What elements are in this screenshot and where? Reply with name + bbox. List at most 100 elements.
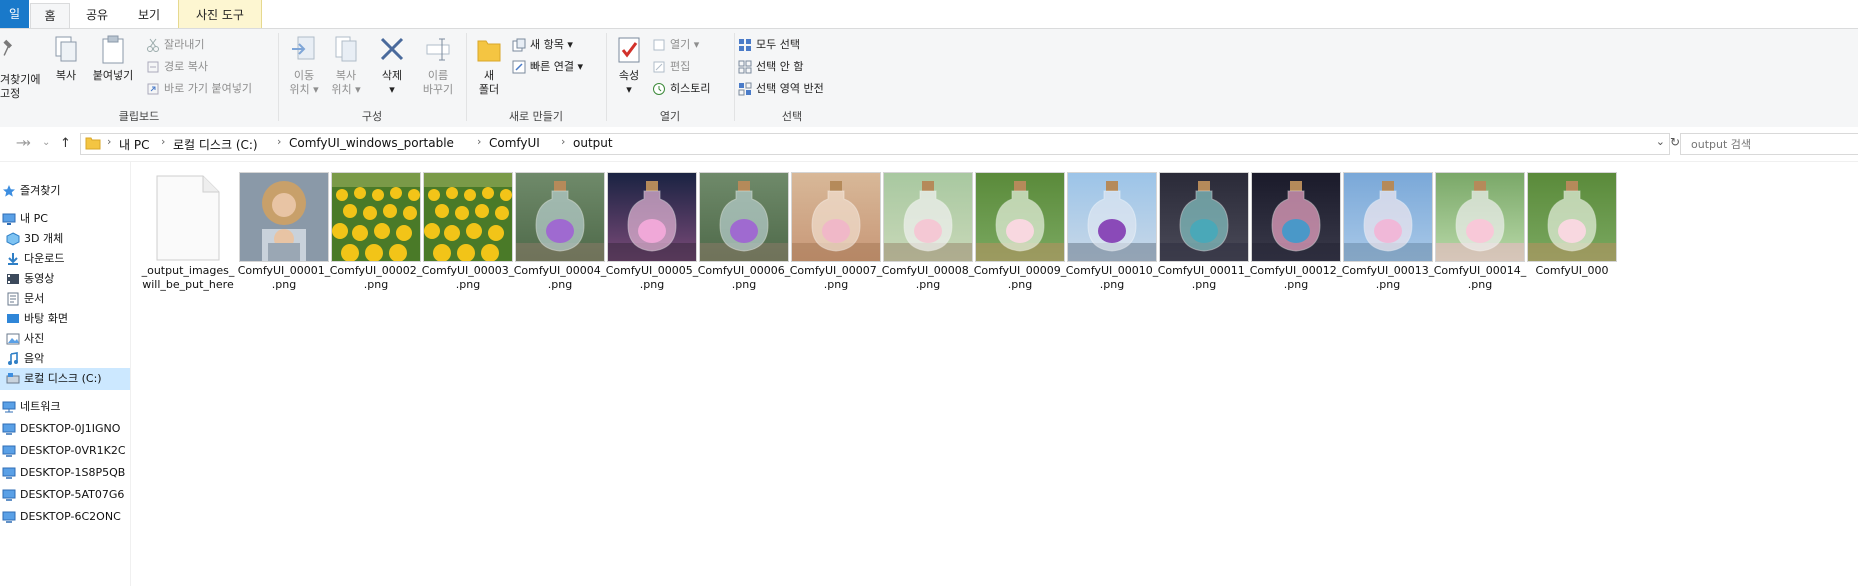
copy-icon [55,36,77,62]
nav-item-desktop-0vr1k2c[interactable]: DESKTOP-0VR1K2C [0,440,130,462]
file-name-line1: _output_images_ [141,264,235,277]
file-name-line2: will_be_put_here [142,278,234,291]
new-item-button[interactable]: 새 항목 ▾ [512,35,573,55]
file-item[interactable]: ComfyUI_00012_ .png [1235,168,1342,298]
copy-to-button[interactable]: 복사 위치 ▾ [326,35,366,97]
nav-item-사진[interactable]: 사진 [0,328,130,350]
breadcrumb-this-pc[interactable]: 내 PC [119,136,149,153]
forward-arrow-icon[interactable]: → [20,136,31,151]
file-name-line2: .png [271,278,297,291]
nav-item-3d-개체[interactable]: 3D 개체 [0,228,130,250]
edit-button[interactable]: 편집 [652,57,690,77]
navigation-pane: 즐겨찾기내 PC 3D 개체다운로드동영상문서바탕 화면사진 음악 로컬 디스크 (C… [0,162,131,586]
refresh-icon[interactable]: ↻ [1670,135,1680,149]
search-input[interactable] [1689,137,1853,152]
nav-item-desktop-6c2onc[interactable]: DESKTOP-6C2ONC [0,506,130,528]
open-icon [653,39,665,51]
file-item[interactable]: _output_images_ will_be_put_here [131,168,234,298]
file-item[interactable]: ComfyUI_00008_ .png [867,168,974,298]
nav-item-음악[interactable]: 음악 [0,348,130,370]
search-box[interactable] [1680,133,1858,155]
open-button[interactable]: 열기 ▾ [652,35,699,55]
select-group: 모두 선택 선택 안 함 선택 영역 반전 선택 [736,29,848,127]
nav-item-네트워크[interactable]: 네트워크 [0,396,130,418]
file-item[interactable]: ComfyUI_00004_ .png [499,168,606,298]
nav-item-다운로드[interactable]: 다운로드 [0,248,130,270]
file-item[interactable]: ComfyUI_00011_ .png [1143,168,1250,298]
tab-share[interactable]: 공유 [70,3,124,28]
nav-item-바탕-화면[interactable]: 바탕 화면 [0,308,130,330]
nav-item-desktop-5at07g6[interactable]: DESKTOP-5AT07G6 [0,484,130,506]
new-folder-label-line1: 새 [483,69,495,82]
new-group: 새 폴더 새 항목 ▾ 빠른 연결 ▾ 새로 만들기 [468,29,604,127]
select-all-label: 모두 선택 [756,38,800,51]
paste-shortcut-button[interactable]: 바로 가기 붙여넣기 [146,79,252,99]
nav-item-desktop-0j1igno[interactable]: DESKTOP-0J1IGNO [0,418,130,440]
file-item[interactable]: ComfyUI_00002_ .png [315,168,422,298]
move-to-button[interactable]: 이동 위치 ▾ [284,35,324,97]
file-item[interactable]: ComfyUI_00007_ .png [775,168,882,298]
new-item-icon [512,38,526,52]
tab-view[interactable]: 보기 [124,3,174,28]
nav-item-동영상[interactable]: 동영상 [0,268,130,290]
rename-button[interactable]: 이름 바꾸기 [416,35,460,97]
nav-item-로컬-디스크-c[interactable]: 로컬 디스크 (C:) [0,368,130,390]
nav-item-label: 3D 개체 [24,232,64,245]
move-label-line2: 위치 [289,83,310,96]
nav-item-label: 네트워크 [20,400,61,413]
recent-locations-chevron-icon[interactable]: ⌄ [42,137,50,148]
breadcrumb-comfyui-portable[interactable]: ComfyUI_windows_portable [289,136,454,150]
tab-file[interactable]: 일 [0,0,29,28]
file-item[interactable]: ComfyUI_00006_ .png [683,168,790,298]
nav-item-문서[interactable]: 문서 [0,288,130,310]
music-icon [6,352,20,366]
breadcrumb-output[interactable]: output [573,136,613,150]
delete-label: 삭제 [381,69,403,82]
file-name-line2: .png [1007,278,1033,291]
nav-item-label: 바탕 화면 [24,312,68,325]
clipboard-group-label: 클립보드 [118,110,160,123]
pin-label-line1: 겨찾기에 [0,73,41,86]
file-name-line1: ComfyUI_000 [1535,264,1609,277]
file-item[interactable]: ComfyUI_00001_ .png [223,168,330,298]
file-name-line2: .png [363,278,389,291]
tab-home[interactable]: 홈 [30,3,70,29]
new-folder-button[interactable]: 새 폴더 [472,35,506,97]
up-arrow-icon[interactable]: ↑ [60,136,71,151]
properties-button[interactable]: 속성 ▾ [612,35,646,97]
cut-label: 잘라내기 [164,38,205,51]
copy-button[interactable]: 복사 [50,35,82,83]
paste-button[interactable]: 붙여넣기 [88,35,138,83]
nav-item-즐겨찾기[interactable]: 즐겨찾기 [0,180,130,202]
tab-picture-tools[interactable]: 사진 도구 [178,0,262,28]
file-item[interactable]: ComfyUI_00003_ .png [407,168,514,298]
rename-label-line2: 바꾸기 [422,83,454,96]
select-none-button[interactable]: 선택 안 함 [738,57,803,77]
file-item[interactable]: ComfyUI_00013_ .png [1327,168,1434,298]
file-name-line2: .png [731,278,757,291]
copy-path-button[interactable]: 경로 복사 [146,57,208,77]
nav-item-desktop-1s8p5qb[interactable]: DESKTOP-1S8P5QB [0,462,130,484]
nav-item-label: DESKTOP-5AT07G6 [20,488,125,501]
address-dropdown-chevron-icon[interactable]: ⌄ [1656,135,1665,148]
file-item[interactable]: ComfyUI_00005_ .png [591,168,698,298]
history-button[interactable]: 히스토리 [652,79,710,99]
delete-button[interactable]: 삭제 ▾ [374,35,410,97]
file-item[interactable]: ComfyUI_00009_ .png [959,168,1066,298]
select-all-button[interactable]: 모두 선택 [738,35,800,55]
file-item[interactable]: ComfyUI_00010_ .png [1051,168,1158,298]
address-bar[interactable]: › 내 PC › 로컬 디스크 (C:) › ComfyUI_windows_p… [80,133,1670,155]
breadcrumb-comfyui[interactable]: ComfyUI [489,136,540,150]
nav-item-내-pc[interactable]: 내 PC [0,208,130,230]
invert-selection-button[interactable]: 선택 영역 반전 [738,79,824,99]
easy-access-button[interactable]: 빠른 연결 ▾ [512,57,583,77]
cut-button[interactable]: 잘라내기 [146,35,204,55]
pin-quick-access-button[interactable]: 겨찾기에 고정 [0,35,44,100]
open-group-label: 열기 [659,110,681,123]
breadcrumb-separator: › [477,135,482,148]
ribbon: 겨찾기에 고정 복사 붙여넣기 잘라내기 경로 복사 바로 가기 붙여넣기 클립… [0,28,1858,128]
breadcrumb-local-disk[interactable]: 로컬 디스크 (C:) [173,136,258,153]
nav-item-label: 동영상 [24,272,55,285]
file-item[interactable]: ComfyUI_00014_ .png [1419,168,1526,298]
file-item[interactable]: ComfyUI_000 [1511,168,1617,298]
